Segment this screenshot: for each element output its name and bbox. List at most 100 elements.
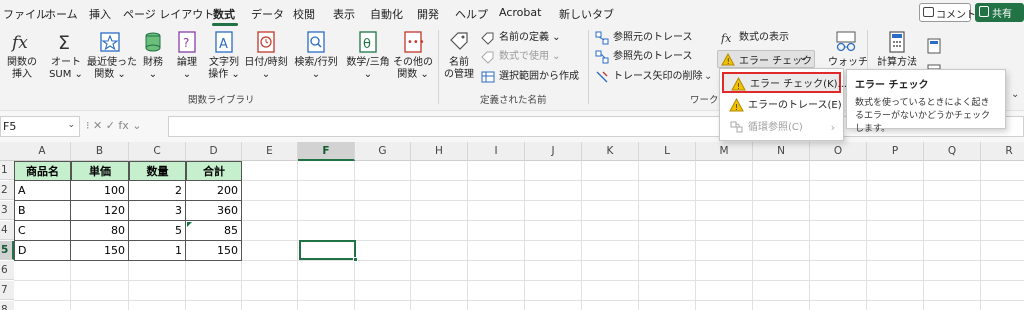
table-header-cell[interactable]: 商品名 [14, 161, 71, 181]
financial-button[interactable]: 財務 ⌄ [139, 30, 167, 81]
tab-insert[interactable]: 挿入 [89, 6, 111, 22]
menu-item-circular-references[interactable]: 循環参照(C) › [722, 117, 841, 138]
tab-home[interactable]: ホーム [45, 6, 78, 22]
recently-used-button[interactable]: 最近使った 関数 ⌄ [87, 30, 137, 81]
table-cell[interactable]: 150 [71, 241, 129, 261]
share-button[interactable]: 共有 [975, 3, 1024, 22]
column-header-i[interactable]: I [468, 142, 525, 161]
column-header-d[interactable]: D [186, 142, 242, 161]
watch-window-button[interactable]: ウォッチ [828, 30, 868, 69]
table-cell[interactable]: A [14, 181, 71, 201]
chevron-down-icon[interactable]: ⌄ [67, 120, 75, 130]
datetime-button[interactable]: 日付/時刻 ⌄ [244, 30, 288, 81]
table-cell[interactable]: B [14, 201, 71, 221]
column-header-b[interactable]: B [71, 142, 129, 161]
show-formulas-button[interactable]: fx 数式の表示 [721, 29, 789, 47]
table-cell[interactable]: 150 [186, 241, 242, 261]
column-header-o[interactable]: O [810, 142, 867, 161]
use-in-formula-button[interactable]: 数式で使用 ⌄ [481, 48, 561, 66]
menu-item-trace-error[interactable]: ! エラーのトレース(E) [722, 95, 842, 116]
table-cell[interactable]: 200 [186, 181, 242, 201]
column-header-h[interactable]: H [411, 142, 468, 161]
name-box[interactable]: F5 ⌄ [0, 116, 80, 137]
column-header-a[interactable]: A [14, 142, 71, 161]
table-header-cell[interactable]: 数量 [129, 161, 186, 181]
formula-bar-controls[interactable]: ⁝ ✕ ✓ fx ⌄ [86, 119, 142, 132]
autosum-button[interactable]: Σ オート SUM ⌄ [49, 30, 83, 81]
column-header-j[interactable]: J [525, 142, 582, 161]
tab-page-layout[interactable]: ページ レイアウト [123, 6, 214, 22]
column-header-f[interactable]: F [298, 142, 355, 161]
tab-new-tab[interactable]: 新しいタブ [559, 6, 614, 22]
table-cell[interactable]: 360 [186, 201, 242, 221]
logical-button[interactable]: ? 論理 ⌄ [173, 30, 201, 81]
table-header-cell[interactable]: 単価 [71, 161, 129, 181]
tab-automate[interactable]: 自動化 [370, 6, 403, 22]
math-trig-button[interactable]: θ 数学/三角 ⌄ [343, 30, 393, 81]
tab-file[interactable]: ファイル [3, 6, 47, 22]
row-header-4[interactable]: 4 [0, 221, 14, 240]
tag-small-icon [481, 32, 494, 45]
column-header-l[interactable]: L [639, 142, 696, 161]
table-cell[interactable]: 85 [186, 221, 242, 241]
row-header-3[interactable]: 3 [0, 201, 14, 220]
table-cell[interactable]: 5 [129, 221, 186, 241]
comment-button[interactable]: コメント [919, 3, 976, 22]
calculate-now-icon[interactable] [927, 38, 941, 54]
row-header-8[interactable]: 8 [0, 301, 14, 310]
name-manager-button[interactable]: 名前 の管理 [442, 30, 476, 81]
trace-dependents-button[interactable]: 参照先のトレース [595, 48, 693, 66]
row-header-5[interactable]: 5 [0, 241, 14, 260]
svg-text:•••: ••• [407, 37, 424, 48]
remove-arrows-button[interactable]: トレース矢印の削除 [595, 68, 703, 86]
table-cell[interactable]: 100 [71, 181, 129, 201]
column-header-g[interactable]: G [355, 142, 411, 161]
table-cell[interactable]: 80 [71, 221, 129, 241]
define-name-button[interactable]: 名前の定義 ⌄ [481, 29, 561, 47]
create-from-selection-button[interactable]: 選択範囲から作成 [481, 68, 579, 86]
fill-handle[interactable] [353, 257, 358, 262]
tab-developer[interactable]: 開発 [417, 6, 439, 22]
submenu-arrow-icon: › [830, 121, 835, 134]
table-cell[interactable]: 120 [71, 201, 129, 221]
column-header-m[interactable]: M [696, 142, 753, 161]
remove-arrows-caret[interactable]: ⌄ [704, 71, 712, 82]
row-header-6[interactable]: 6 [0, 261, 14, 280]
lookup-button[interactable]: 検索/行列 ⌄ [292, 30, 340, 81]
table-cell[interactable]: C [14, 221, 71, 241]
column-header-r[interactable]: R [981, 142, 1024, 161]
more-functions-button[interactable]: ••• その他の 関数 ⌄ [393, 30, 433, 81]
menu-item-error-checking[interactable]: ! エラー チェック(K)... [722, 72, 847, 93]
text-functions-button[interactable]: A 文字列 操作 ⌄ [206, 30, 242, 81]
group-divider [588, 30, 589, 104]
insert-function-button[interactable]: fx 関数の 挿入 [6, 30, 38, 81]
row-header-2[interactable]: 2 [0, 181, 14, 200]
row-header-7[interactable]: 7 [0, 281, 14, 300]
column-header-q[interactable]: Q [924, 142, 981, 161]
table-cell[interactable]: 1 [129, 241, 186, 261]
tab-help[interactable]: ヘルプ [455, 6, 488, 22]
table-cell[interactable]: D [14, 241, 71, 261]
error-checking-button[interactable]: ! エラー チェック ⌄ [717, 50, 815, 68]
column-header-n[interactable]: N [753, 142, 810, 161]
column-header-c[interactable]: C [129, 142, 186, 161]
tab-review[interactable]: 校閲 [293, 6, 315, 22]
trace-precedents-button[interactable]: 参照元のトレース [595, 29, 693, 47]
tab-formulas[interactable]: 数式 [213, 6, 235, 22]
row-header-1[interactable]: 1 [0, 161, 14, 180]
spreadsheet-grid[interactable]: ABCDEFGHIJKLMNOPQR 12345678 商品名 単価 数量 合計 A 10… [0, 142, 1024, 310]
collapse-ribbon-icon[interactable]: ⌄ [1011, 89, 1019, 100]
tab-view[interactable]: 表示 [333, 6, 355, 22]
tab-acrobat[interactable]: Acrobat [499, 6, 541, 19]
selected-cell-f5[interactable] [299, 240, 356, 260]
column-header-p[interactable]: P [867, 142, 924, 161]
calculation-options-button[interactable]: 計算方法 [873, 30, 921, 69]
table-header-cell[interactable]: 合計 [186, 161, 242, 181]
column-header-k[interactable]: K [582, 142, 639, 161]
theta-icon: θ [359, 31, 377, 53]
table-cell[interactable]: 2 [129, 181, 186, 201]
tab-data[interactable]: データ [251, 6, 284, 22]
table-cell[interactable]: 3 [129, 201, 186, 221]
tag-icon [450, 32, 468, 50]
column-header-e[interactable]: E [242, 142, 298, 161]
